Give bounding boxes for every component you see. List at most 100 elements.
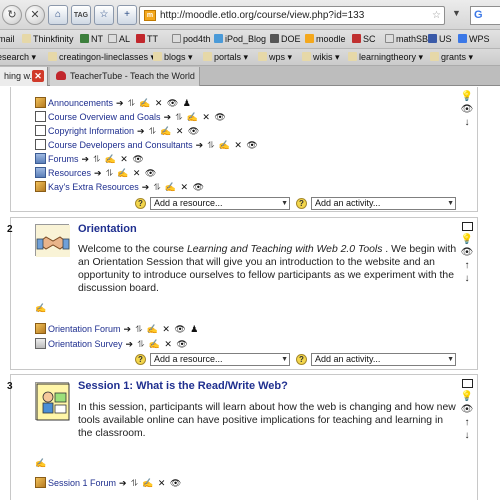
close-tab-icon[interactable]: ✕ xyxy=(32,70,44,82)
lightbulb-icon[interactable]: 💡 xyxy=(459,233,475,246)
resource-link[interactable]: Course Developers and Consultants xyxy=(48,140,193,150)
edit-summary-icon[interactable]: ✍ xyxy=(35,458,46,469)
resource-link[interactable]: Kay's Extra Resources xyxy=(48,182,139,192)
resource-announcements: Announcements ➔ ⥮ ✍ ✕ 👁 ♟ xyxy=(35,97,192,109)
resource-copyright: Copyright Information ➔ ⥮ ✍ ✕ 👁 xyxy=(35,125,200,137)
arrow-down-icon[interactable]: ↓ xyxy=(459,116,475,129)
reload-icon[interactable]: ↻ xyxy=(2,4,22,25)
nt-icon xyxy=(80,34,89,43)
doe-icon xyxy=(270,34,279,43)
tab-teachertube[interactable]: TeacherTube - Teach the World xyxy=(50,67,200,86)
arrow-up-icon[interactable]: ↑ xyxy=(459,259,475,272)
resource-link[interactable]: Forums xyxy=(48,154,79,164)
ipod-icon xyxy=(214,34,223,43)
edit-controls[interactable]: ➔ ⥮ ✍ ✕ 👁 ♟ xyxy=(116,98,192,108)
new-tab-icon[interactable]: + xyxy=(117,4,137,25)
bookmark-item[interactable]: mail xyxy=(0,30,15,48)
add-activity-select[interactable]: Add an activity... ▼ xyxy=(311,353,456,366)
bookmark-item[interactable]: US xyxy=(428,30,452,48)
eye-icon[interactable]: 👁 xyxy=(459,246,475,259)
chevron-down-icon: ▼ xyxy=(447,200,454,207)
edit-controls[interactable]: ➔ ⥮ ✍ ✕ 👁 xyxy=(94,168,157,178)
bookmark-item[interactable]: TT xyxy=(136,30,158,48)
help-icon[interactable]: ? xyxy=(135,354,146,365)
folder-icon xyxy=(430,52,439,61)
edit-controls[interactable]: ➔ ⥮ ✍ ✕ 👁 xyxy=(126,339,189,349)
search-input[interactable]: G xyxy=(470,6,500,25)
bookmark-item[interactable]: pod4th xyxy=(172,30,211,48)
document-icon xyxy=(35,111,46,122)
bookmark-folder[interactable]: learningtheory ▾ xyxy=(348,49,423,65)
bookmark-folder[interactable]: blogs ▾ xyxy=(153,49,193,65)
forum-icon xyxy=(35,477,46,488)
lightbulb-icon[interactable]: 💡 xyxy=(459,90,475,103)
folder-icon xyxy=(35,167,46,178)
eye-icon[interactable]: 👁 xyxy=(459,403,475,416)
page-icon xyxy=(385,34,394,43)
bookmark-item[interactable]: mathSB xyxy=(385,30,428,48)
edit-summary-icon[interactable]: ✍ xyxy=(35,303,46,314)
moodle-icon xyxy=(305,34,314,43)
url-dropdown-icon[interactable]: ▼ xyxy=(452,8,461,18)
edit-controls[interactable]: ➔ ⥮ ✍ ✕ 👁 xyxy=(82,154,145,164)
bookmarks-bar: mail Thinkfinity NT AL TT pod4th iPod_Bl… xyxy=(0,30,500,49)
arrow-down-icon[interactable]: ↓ xyxy=(459,272,475,285)
star-icon[interactable]: ☆ xyxy=(432,7,441,24)
url-bar[interactable]: m http://moodle.etlo.org/course/view.php… xyxy=(139,6,445,25)
section-3-controls: 💡 👁 ↑ ↓ xyxy=(459,379,475,442)
resource-course-developers: Course Developers and Consultants ➔ ⥮ ✍ ✕… xyxy=(35,139,259,151)
bookmark-item[interactable]: moodle xyxy=(305,30,346,48)
edit-controls[interactable]: ➔ ⥮ ✍ ✕ 👁 xyxy=(137,126,200,136)
add-row-section-2: ? Add a resource... ▼ ? Add an activity..… xyxy=(135,353,456,366)
bookmark-folder[interactable]: creatingon-lineclasses ▾ xyxy=(48,49,155,65)
help-icon[interactable]: ? xyxy=(296,354,307,365)
edit-controls[interactable]: ➔ ⥮ ✍ ✕ 👁 ♟ xyxy=(124,324,200,334)
bookmark-item[interactable]: iPod_Blog xyxy=(214,30,266,48)
bookmark-item[interactable]: AL xyxy=(108,30,130,48)
bookmark-item[interactable]: Thinkfinity xyxy=(22,30,74,48)
bookmark-item[interactable]: SC xyxy=(352,30,376,48)
bookmark-item[interactable]: NT xyxy=(80,30,103,48)
arrow-up-icon[interactable]: ↑ xyxy=(459,416,475,429)
bookmark-folder[interactable]: wps ▾ xyxy=(258,49,292,65)
help-icon[interactable]: ? xyxy=(135,198,146,209)
resource-link[interactable]: Session 1 Forum xyxy=(48,478,116,488)
resource-link[interactable]: Orientation Survey xyxy=(48,339,123,349)
bookmark-folder[interactable]: portals ▾ xyxy=(203,49,248,65)
edit-controls[interactable]: ➔ ⥮ ✍ ✕ 👁 xyxy=(196,140,259,150)
stop-icon[interactable]: ✕ xyxy=(25,4,45,25)
bookmark-folder[interactable]: esearch ▾ xyxy=(0,49,36,65)
bookmark-folder[interactable]: wikis ▾ xyxy=(302,49,340,65)
add-resource-select[interactable]: Add a resource... ▼ xyxy=(150,353,290,366)
section-summary: In this session, participants will learn… xyxy=(78,402,456,439)
bookmark-item[interactable]: DOE xyxy=(270,30,301,48)
highlight-checkbox-icon[interactable] xyxy=(461,222,473,231)
resource-link[interactable]: Copyright Information xyxy=(48,126,134,136)
tag-icon[interactable]: TAG xyxy=(71,4,91,25)
edit-controls[interactable]: ➔ ⥮ ✍ ✕ 👁 xyxy=(142,182,205,192)
edit-controls[interactable]: ➔ ⥮ ✍ ✕ 👁 xyxy=(119,478,182,488)
bookmark-icon[interactable]: ☆ xyxy=(94,4,114,25)
home-icon[interactable]: ⌂ xyxy=(48,4,68,25)
arrow-down-icon[interactable]: ↓ xyxy=(459,429,475,442)
add-resource-select[interactable]: Add a resource... ▼ xyxy=(150,197,290,210)
eye-icon[interactable]: 👁 xyxy=(459,103,475,116)
section-number: 3 xyxy=(7,381,13,392)
lightbulb-icon[interactable]: 💡 xyxy=(459,390,475,403)
highlight-checkbox-icon[interactable] xyxy=(461,379,473,388)
resource-link[interactable]: Announcements xyxy=(48,98,113,108)
chevron-down-icon: ▼ xyxy=(281,200,288,207)
resource-link[interactable]: Course Overview and Goals xyxy=(48,112,161,122)
edit-controls[interactable]: ➔ ⥮ ✍ ✕ 👁 xyxy=(164,112,227,122)
resource-link[interactable]: Orientation Forum xyxy=(48,324,121,334)
forum-icon xyxy=(35,181,46,192)
bookmark-folder[interactable]: grants ▾ xyxy=(430,49,473,65)
section-2-controls: 💡 👁 ↑ ↓ xyxy=(459,222,475,285)
add-activity-select[interactable]: Add an activity... ▼ xyxy=(311,197,456,210)
help-icon[interactable]: ? xyxy=(296,198,307,209)
resource-orientation-forum: Orientation Forum ➔ ⥮ ✍ ✕ 👁 ♟ xyxy=(35,323,199,335)
resource-resources: Resources ➔ ⥮ ✍ ✕ 👁 xyxy=(35,167,157,179)
bookmark-item[interactable]: WPS xyxy=(458,30,490,48)
folder-icon xyxy=(302,52,311,61)
resource-link[interactable]: Resources xyxy=(48,168,91,178)
